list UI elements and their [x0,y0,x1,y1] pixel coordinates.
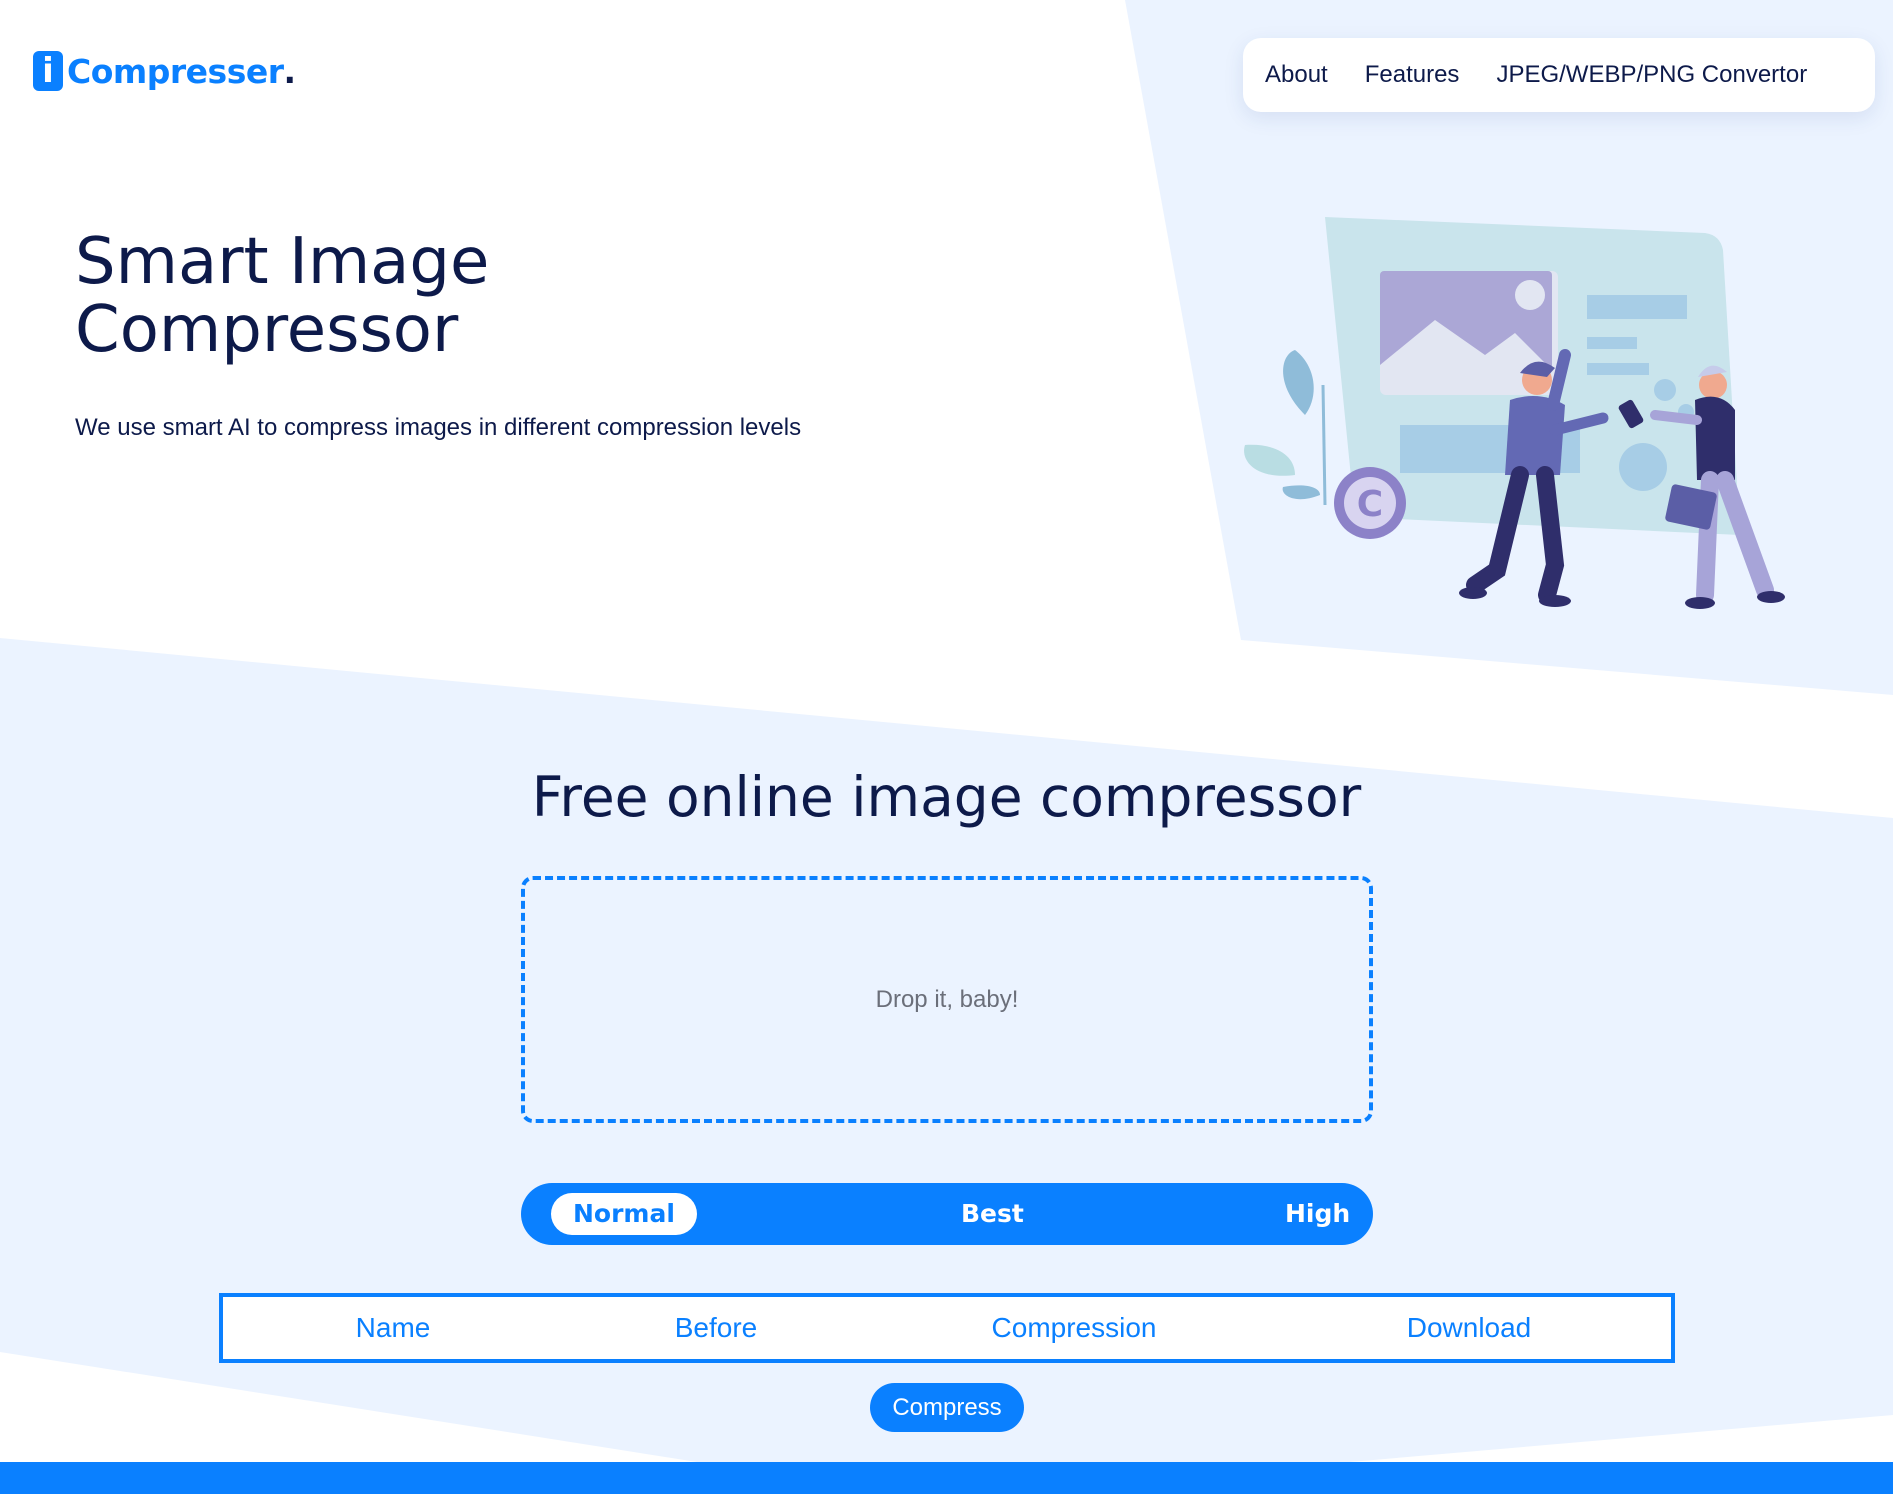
hero-title: Smart Image Compressor [75,228,489,364]
compress-button[interactable]: Compress [870,1383,1024,1432]
dropzone-text: Drop it, baby! [875,985,1019,1013]
column-download: Download [1406,1312,1532,1343]
compression-level-selector: Normal Best High [521,1183,1373,1245]
hero-subtitle: We use smart AI to compress images in di… [75,414,802,441]
nav-features[interactable]: Features [1365,61,1460,89]
badge-letter: C [1357,484,1383,525]
level-normal[interactable]: Normal [551,1193,697,1235]
top-nav: About Features JPEG/WEBP/PNG Convertor [1243,38,1875,112]
hero-illustration: C [1244,217,1785,609]
brand-name: Compresser [67,51,284,91]
footer-bar [0,1462,1893,1494]
nav-about[interactable]: About [1265,61,1328,89]
image-dropzone[interactable]: Drop it, baby! [521,876,1373,1123]
nav-convertor[interactable]: JPEG/WEBP/PNG Convertor [1496,61,1807,89]
logo-i-icon: i [33,51,63,91]
brand-dot: . [283,51,297,91]
results-table-header: Name Before Compression Download [219,1293,1675,1363]
column-before: Before [674,1312,758,1343]
brand-logo[interactable]: i Compresser . [33,50,296,92]
level-high[interactable]: High [1285,1193,1350,1235]
level-best[interactable]: Best [961,1193,1024,1235]
hero-title-line2: Compressor [75,293,459,367]
compressor-title: Free online image compressor [531,765,1362,829]
hero-title-line1: Smart Image [75,225,490,299]
column-name: Name [355,1312,431,1343]
column-compression: Compression [991,1312,1157,1343]
